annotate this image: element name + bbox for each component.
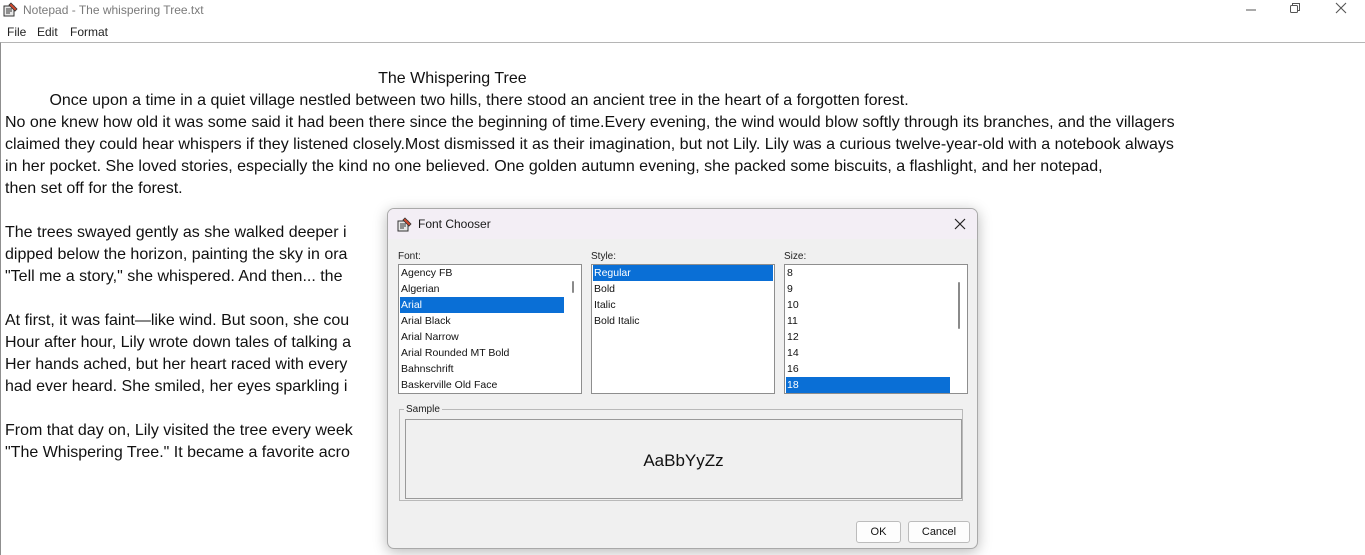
list-item[interactable]: Agency FB — [400, 265, 564, 281]
scrollbar-thumb[interactable] — [572, 281, 574, 293]
list-item[interactable]: 10 — [786, 297, 950, 313]
dialog-titlebar: Font Chooser — [388, 209, 977, 239]
document-line: then set off for the forest. — [5, 180, 183, 197]
list-item[interactable]: Arial Black — [400, 313, 564, 329]
list-item[interactable]: Arial Rounded MT Bold — [400, 345, 564, 361]
font-chooser-dialog: Font Chooser Font: Style: Size: Agency F… — [387, 208, 978, 549]
size-list[interactable]: 8 9 10 11 12 14 16 18 — [784, 264, 968, 394]
font-label: Font: — [398, 251, 421, 262]
document-line: claimed they could hear whispers if they… — [5, 136, 1174, 153]
list-item[interactable]: Baskerville Old Face — [400, 377, 564, 393]
menu-file[interactable]: File — [7, 25, 26, 39]
document-line: At first, it was faint—like wind. But so… — [5, 312, 350, 329]
minimize-icon — [1245, 1, 1257, 19]
menu-bar: File Edit Format — [0, 22, 1365, 41]
minimize-button[interactable] — [1228, 0, 1274, 20]
list-item[interactable]: Algerian — [400, 281, 564, 297]
window-title: Notepad - The whispering Tree.txt — [23, 3, 204, 17]
list-item[interactable]: Arial Narrow — [400, 329, 564, 345]
list-item[interactable]: 16 — [786, 361, 950, 377]
list-item[interactable]: Bold Italic — [593, 313, 773, 329]
list-item[interactable]: 11 — [786, 313, 950, 329]
sample-preview: AaBbYyZz — [405, 419, 962, 499]
list-item[interactable]: 14 — [786, 345, 950, 361]
font-list[interactable]: Agency FB Algerian Arial Arial Black Ari… — [398, 264, 582, 394]
list-item-selected[interactable]: Arial — [400, 297, 564, 313]
menu-format[interactable]: Format — [70, 25, 108, 39]
list-item[interactable]: Italic — [593, 297, 773, 313]
document-line: The Whispering Tree — [5, 70, 527, 87]
close-icon — [1335, 1, 1347, 19]
document-line: No one knew how old it was some said it … — [5, 114, 1175, 131]
list-item[interactable]: Bold — [593, 281, 773, 297]
scrollbar-thumb[interactable] — [958, 282, 960, 329]
restore-icon — [1289, 1, 1301, 19]
dialog-title: Font Chooser — [418, 217, 491, 231]
ok-button[interactable]: OK — [856, 521, 901, 543]
size-list-scrollbar[interactable] — [951, 266, 967, 392]
size-label: Size: — [784, 251, 807, 262]
style-list[interactable]: Regular Bold Italic Bold Italic — [591, 264, 775, 394]
document-line: in her pocket. She loved stories, especi… — [5, 158, 1103, 175]
document-line: "Tell me a story," she whispered. And th… — [5, 268, 343, 285]
document-line: Once upon a time in a quiet village nest… — [5, 92, 909, 109]
close-window-button[interactable] — [1318, 0, 1364, 20]
list-item[interactable]: 12 — [786, 329, 950, 345]
list-item[interactable]: Bahnschrift — [400, 361, 564, 377]
notepad-app-icon — [3, 2, 18, 17]
cancel-button[interactable]: Cancel — [908, 521, 970, 543]
java-app-icon — [397, 217, 412, 232]
document-line: "The Whispering Tree." It became a favor… — [5, 444, 350, 461]
style-label: Style: — [591, 251, 617, 262]
list-item[interactable]: 8 — [786, 265, 950, 281]
document-line: had ever heard. She smiled, her eyes spa… — [5, 378, 348, 395]
list-item-selected[interactable]: 18 — [786, 377, 950, 393]
sample-label: Sample — [404, 404, 442, 415]
list-item[interactable]: 9 — [786, 281, 950, 297]
font-list-scrollbar[interactable] — [565, 266, 581, 392]
dialog-close-button[interactable] — [951, 215, 969, 233]
list-item-selected[interactable]: Regular — [593, 265, 773, 281]
maximize-button[interactable] — [1272, 0, 1318, 20]
sample-text: AaBbYyZz — [643, 451, 724, 470]
window-titlebar: Notepad - The whispering Tree.txt — [0, 0, 1365, 20]
menu-edit[interactable]: Edit — [37, 25, 58, 39]
